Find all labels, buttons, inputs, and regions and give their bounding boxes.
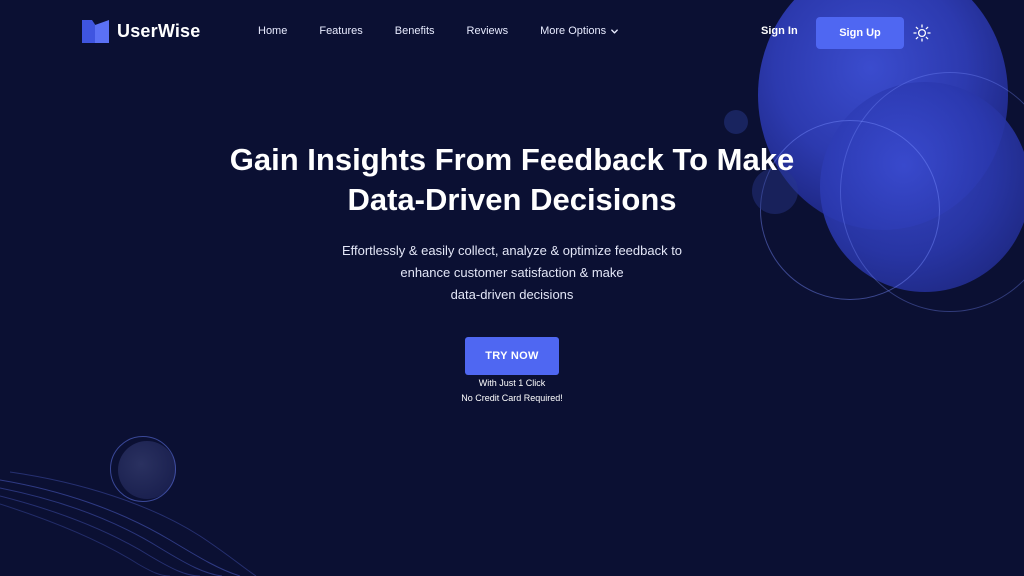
hero-subtitle: Effortlessly & easily collect, analyze &… [0,240,1024,306]
decorative-orb-bottom-left [118,441,176,499]
chevron-down-icon [611,28,618,34]
hero-subtitle-line: Effortlessly & easily collect, analyze &… [341,243,683,258]
top-navigation: UserWise Home Features Benefits Reviews … [0,0,1024,66]
sign-up-button[interactable]: Sign Up [816,17,904,49]
landing-page: UserWise Home Features Benefits Reviews … [0,0,1024,576]
sign-in-link[interactable]: Sign In [761,25,798,37]
decorative-waves [0,471,257,576]
hero-title-line: Data-Driven Decisions [347,182,677,217]
decorative-ring-bottom-left [110,436,176,502]
hero-subtitle-line: enhance customer satisfaction & make [400,265,624,280]
main-menu: Home Features Benefits Reviews More Opti… [258,25,619,37]
nav-reviews[interactable]: Reviews [467,25,509,37]
sun-icon[interactable] [913,24,931,42]
hero-subtitle-line: data-driven decisions [450,287,574,302]
try-now-button[interactable]: TRY NOW [465,337,559,375]
nav-more-options[interactable]: More Options [540,25,619,37]
cta-note-line: With Just 1 Click [478,378,546,388]
brand[interactable]: UserWise [82,20,200,43]
hero-section: Gain Insights From Feedback To Make Data… [0,140,1024,406]
nav-features[interactable]: Features [319,25,362,37]
userwise-logo-icon [82,20,109,43]
decorative-orb-tiny [724,110,748,134]
nav-more-options-label: More Options [540,25,607,37]
brand-name: UserWise [117,21,201,41]
cta-note: With Just 1 Click No Credit Card Require… [0,376,1024,406]
hero-title: Gain Insights From Feedback To Make Data… [0,140,1024,220]
nav-home[interactable]: Home [258,25,287,37]
cta-note-line: No Credit Card Required! [461,393,563,403]
nav-benefits[interactable]: Benefits [395,25,435,37]
hero-title-line: Gain Insights From Feedback To Make [229,142,795,177]
